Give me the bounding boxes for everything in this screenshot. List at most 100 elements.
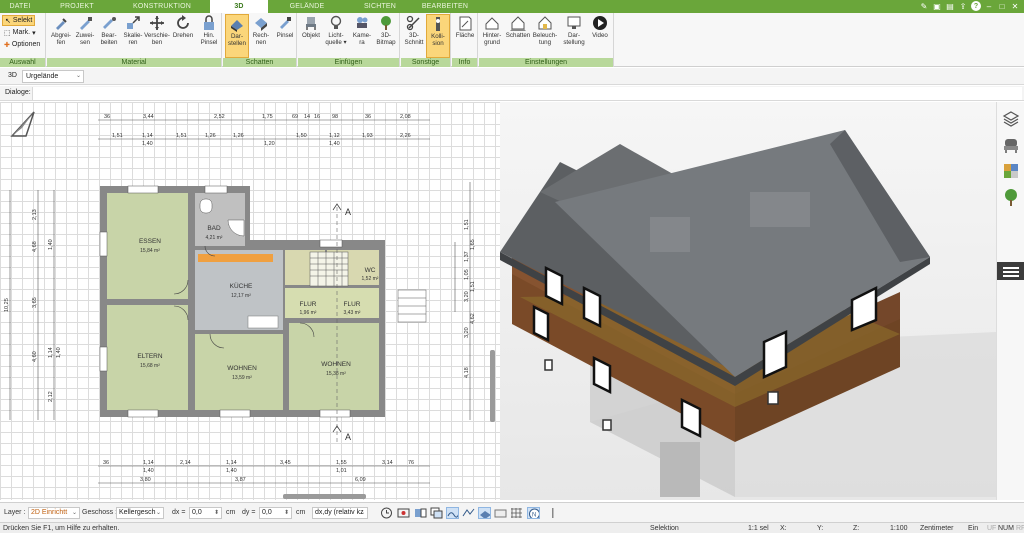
- darstellung-button[interactable]: Dar- stellung: [562, 14, 586, 58]
- background-icon: [483, 14, 501, 31]
- view-toggle-icon[interactable]: [414, 507, 427, 519]
- tab-projekt[interactable]: PROJEKT: [40, 0, 114, 13]
- objekt-button[interactable]: Objekt: [299, 14, 323, 58]
- floor-plan-view[interactable]: 36 3,44 2,52 1,75 69 14 16 98 36 2,08 1,…: [0, 102, 500, 500]
- room-area: 4,21 m²: [206, 235, 223, 241]
- optionen-button[interactable]: ✚ Optionen: [2, 39, 42, 50]
- room-name: WOHNEN: [321, 361, 351, 368]
- dim-label: 1,40: [226, 468, 237, 474]
- hin-pinsel-button[interactable]: Hin. Pinsel: [197, 14, 221, 58]
- save-icon[interactable]: ▣: [932, 1, 942, 11]
- floor-plan-drawing: 36 3,44 2,52 1,75 69 14 16 98 36 2,08 1,…: [4, 111, 476, 484]
- dialog-area[interactable]: [32, 87, 1022, 100]
- dim-label: 36: [103, 460, 109, 466]
- dim-label: 69: [292, 114, 298, 120]
- export-icon[interactable]: ⇪: [958, 1, 968, 11]
- mark-button[interactable]: ⬚ Mark. ▾: [2, 27, 38, 38]
- view-toolbar: 3D Urgelände ⌄: [0, 68, 1024, 85]
- plan-horizontal-scrollbar[interactable]: [283, 494, 366, 499]
- status-x: X:: [780, 524, 787, 532]
- print-icon[interactable]: ▤: [945, 1, 955, 11]
- hintergrund-button[interactable]: Hinter- grund: [480, 14, 504, 58]
- geschoss-label: Geschoss :: [82, 509, 118, 516]
- minimize-icon[interactable]: –: [984, 1, 994, 11]
- separator-icon: [552, 508, 554, 518]
- group-material: Abgrei- fen Zuwei- sen Bear- beiten Skal…: [47, 13, 222, 67]
- darstellen-button[interactable]: Dar- stellen: [225, 14, 249, 58]
- dx-input[interactable]: 0,0 ⬍: [189, 507, 222, 519]
- dim-label: 2,52: [214, 114, 225, 120]
- flaeche-button[interactable]: Fläche: [453, 14, 477, 58]
- layers-icon[interactable]: [1002, 110, 1020, 128]
- dim-label: 3,65: [32, 297, 38, 308]
- dim-label: 1,01: [336, 468, 347, 474]
- video-button[interactable]: Video: [588, 14, 612, 58]
- lightbulb-icon: [327, 14, 345, 31]
- bearbeiten-button[interactable]: Bear- beiten: [97, 14, 121, 58]
- grid-icon[interactable]: [510, 507, 523, 519]
- abgreifen-button[interactable]: Abgrei- fen: [49, 14, 73, 58]
- line-tool-icon[interactable]: [462, 507, 475, 519]
- group-einstellungen: Hinter- grund Schatten Beleuch- tung Dar…: [479, 13, 614, 67]
- help-icon[interactable]: ?: [971, 1, 981, 11]
- pipette-icon[interactable]: ✎: [919, 1, 929, 11]
- skalieren-button[interactable]: Skalie- ren: [121, 14, 145, 58]
- 3d-plane-icon[interactable]: [478, 507, 491, 519]
- rechnen-button[interactable]: Rech- nen: [249, 14, 273, 58]
- beleuchtung-button[interactable]: Beleuch- tung: [533, 14, 557, 58]
- dialog-label: Dialoge:: [5, 89, 31, 96]
- coordinate-mode-select[interactable]: dx,dy (relativ kz ⌄: [312, 507, 368, 519]
- dim-label: 4,62: [470, 313, 476, 324]
- status-ein: Ein: [968, 524, 979, 532]
- tab-sichten[interactable]: SICHTEN: [346, 0, 414, 13]
- room-name: FLUR: [300, 301, 317, 308]
- furniture-icon[interactable]: [1002, 136, 1020, 154]
- group-einfuegen: Objekt Licht- quelle ▾ Kame- ra 3D- Bitm…: [298, 13, 400, 67]
- layer-select[interactable]: 2D Einrichtt ⌄: [28, 507, 80, 519]
- room-name: WC: [365, 267, 376, 274]
- material-catalog-icon[interactable]: [1002, 162, 1020, 180]
- wall-tool-icon[interactable]: [494, 507, 507, 519]
- copy-view-icon[interactable]: [430, 507, 443, 519]
- kamera-button[interactable]: Kame- ra: [350, 14, 374, 58]
- tab-3d[interactable]: 3D: [210, 0, 268, 13]
- selekt-button[interactable]: ↖ Selekt: [2, 15, 36, 26]
- schatten-settings-button[interactable]: Schatten: [506, 14, 530, 58]
- plant-icon[interactable]: [1002, 188, 1020, 206]
- geschoss-select[interactable]: Kellergesch ⌄: [116, 507, 164, 519]
- maximize-icon[interactable]: □: [997, 1, 1007, 11]
- tab-bearbeiten[interactable]: BEARBEITEN: [414, 0, 476, 13]
- clock-icon[interactable]: [380, 507, 393, 519]
- tab-konstruktion[interactable]: KONSTRUKTION: [114, 0, 210, 13]
- dialog-bar: Dialoge:: [0, 86, 1024, 101]
- status-rf: RF: [1016, 524, 1024, 532]
- dim-label: 36: [365, 114, 371, 120]
- kollision-button[interactable]: Kolli- sion: [426, 14, 450, 58]
- pinsel-button[interactable]: Pinsel: [273, 14, 297, 58]
- status-bar: Drücken Sie F1, um Hilfe zu erhalten. Se…: [0, 522, 1024, 533]
- close-icon[interactable]: ✕: [1010, 1, 1020, 11]
- drehen-button[interactable]: Drehen: [171, 14, 195, 58]
- dim-label: 1,14: [143, 460, 154, 466]
- status-selection: 1:1 sel: [748, 524, 769, 532]
- terrain-select[interactable]: Urgelände ⌄: [22, 70, 84, 83]
- dim-label: 1,40: [143, 468, 154, 474]
- 3d-view[interactable]: [500, 102, 996, 500]
- dim-label: 1,40: [329, 141, 340, 147]
- panel-collapse-handle[interactable]: [997, 262, 1024, 280]
- zuweisen-button[interactable]: Zuwei- sen: [73, 14, 97, 58]
- 3d-bitmap-button[interactable]: 3D- Bitmap: [374, 14, 398, 58]
- verschieben-button[interactable]: Verschie- ben: [144, 14, 170, 58]
- tab-datei[interactable]: DATEI: [0, 0, 40, 13]
- wave-tool-icon[interactable]: [446, 507, 459, 519]
- north-icon[interactable]: N: [527, 507, 540, 519]
- screen-capture-icon[interactable]: [397, 507, 410, 519]
- tab-gelaende[interactable]: GELÄNDE: [268, 0, 346, 13]
- plan-vertical-scrollbar[interactable]: [490, 350, 495, 422]
- lichtquelle-button[interactable]: Licht- quelle ▾: [324, 14, 348, 58]
- 3d-schnitt-button[interactable]: 3D- Schnitt: [402, 14, 426, 58]
- dim-label: 1,14: [226, 460, 237, 466]
- dy-input[interactable]: 0,0 ⬍: [259, 507, 292, 519]
- room-name: ELTERN: [137, 353, 162, 360]
- group-label-einstellungen: Einstellungen: [479, 58, 613, 67]
